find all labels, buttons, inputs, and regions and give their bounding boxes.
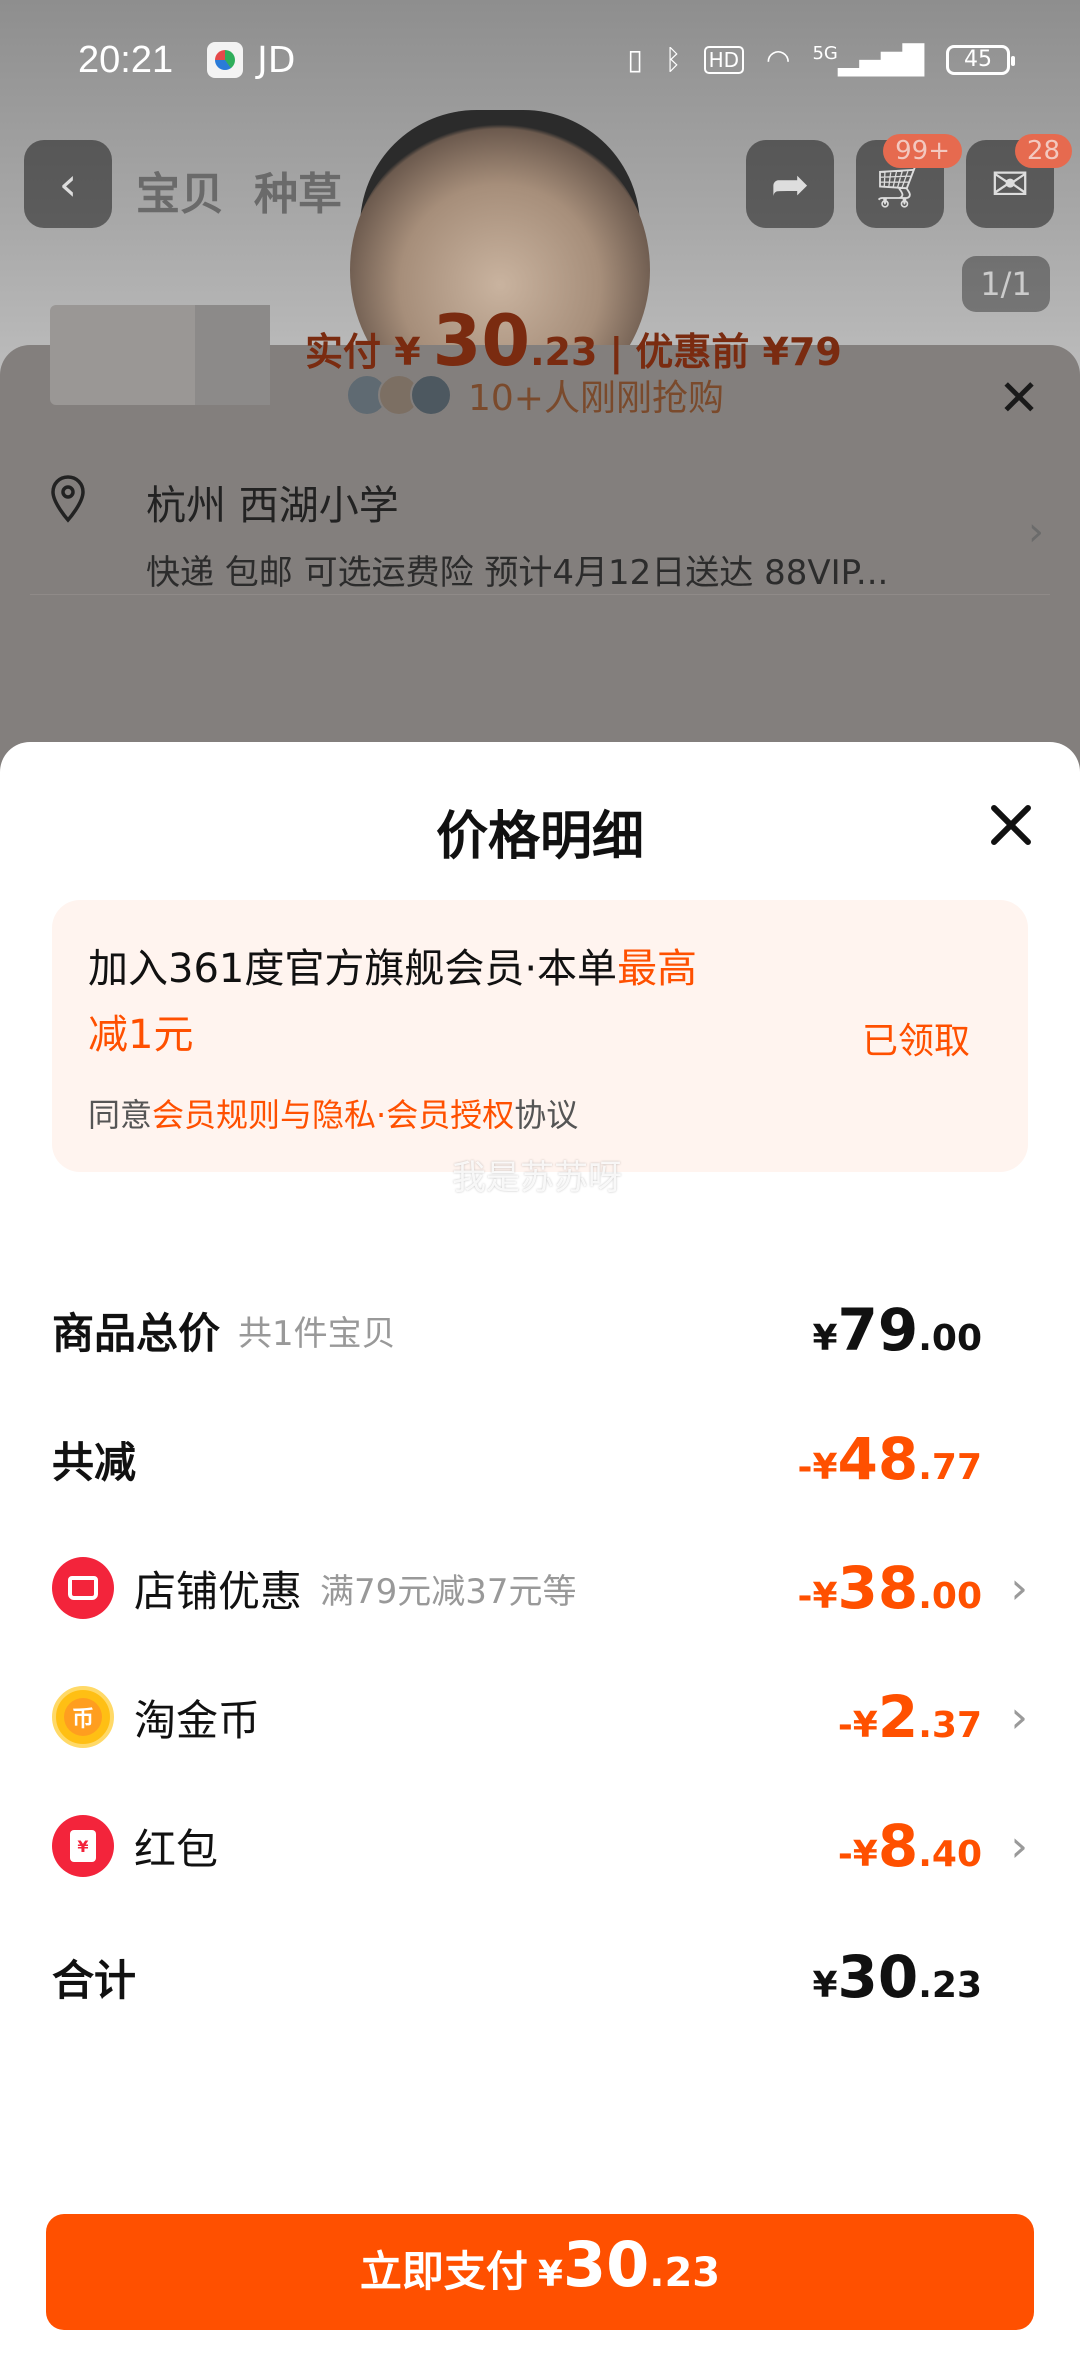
red-packet-icon: ¥ xyxy=(52,1815,114,1877)
bluetooth-icon: ᛒ xyxy=(664,43,682,77)
agree-suffix: 协议 xyxy=(514,1096,579,1134)
row-red-packet-label: 红包 xyxy=(134,1824,219,1874)
member-offer-highlight-2: 减1元 xyxy=(88,1012,194,1058)
vibrate-icon: ▯ xyxy=(627,43,643,77)
tab-baby[interactable]: 宝贝 xyxy=(136,158,224,222)
address-row[interactable]: 杭州 西湖小学 快递 包邮 可选运费险 预计4月12日送达 88VIP... › xyxy=(30,445,1050,595)
pay-now-symbol: ¥ xyxy=(537,2254,563,2295)
member-agreement: 同意会员规则与隐私·会员授权协议 xyxy=(88,1090,578,1136)
cart-button[interactable]: 🛒︎ 99+ xyxy=(856,134,962,228)
member-offer-text: 加入361度官方旗舰会员·本单最高 减1元 xyxy=(88,936,788,1068)
message-button[interactable]: ✉ 28 xyxy=(966,134,1072,228)
price-int: 30 xyxy=(432,300,531,382)
chevron-right-icon: › xyxy=(1010,1820,1028,1872)
product-brand-thumbnail xyxy=(195,305,270,405)
status-icons: ▯ ᛒ HD ◠ 5G▂▄▆█ 45 xyxy=(627,43,1015,77)
row-sum-amount: ¥30.23 xyxy=(812,1943,982,2011)
row-tao-coin[interactable]: 币 淘金币 -¥ 2.37 › xyxy=(52,1677,1028,1757)
sheet-title: 价格明细 xyxy=(435,807,644,867)
row-total-goods-sub: 共1件宝贝 xyxy=(238,1313,396,1354)
cart-badge: 99+ xyxy=(883,134,962,168)
status-time: 20:21 xyxy=(78,38,174,81)
coin-icon: 币 xyxy=(52,1686,114,1748)
member-offer-normal: 加入361度官方旗舰会员·本单 xyxy=(88,946,618,992)
wifi-icon: ◠ xyxy=(766,43,791,77)
top-nav: ‹ 宝贝 种草 ➦ 🛒︎ 99+ ✉ 28 xyxy=(0,134,1080,230)
location-pin-icon xyxy=(51,475,85,523)
chevron-left-icon: ‹ xyxy=(58,157,78,211)
pay-now-dec: .23 xyxy=(649,2250,721,2296)
agree-prefix: 同意 xyxy=(88,1096,153,1134)
pay-now-int: 30 xyxy=(562,2228,650,2301)
image-counter: 1/1 xyxy=(962,256,1050,312)
member-card[interactable]: 加入361度官方旗舰会员·本单最高 减1元 已领取 同意会员规则与隐私·会员授权… xyxy=(52,900,1028,1198)
share-icon: ➦ xyxy=(770,157,810,211)
row-total-reduce-label: 共减 xyxy=(52,1437,137,1487)
pay-now-button[interactable]: 立即支付 ¥30.23 xyxy=(46,2214,1034,2330)
hd-icon: HD xyxy=(703,45,745,74)
chevron-right-icon: › xyxy=(1010,1691,1028,1743)
tab-seed[interactable]: 种草 xyxy=(254,158,342,222)
battery-icon: 45 xyxy=(946,44,1015,75)
address-title: 杭州 西湖小学 xyxy=(146,483,399,529)
row-shop-discount-amount: -¥ 38.00 xyxy=(797,1554,983,1622)
status-app-label: JD xyxy=(257,39,296,81)
watermark: 我是苏苏呀 xyxy=(452,1158,622,1198)
row-total-goods: 商品总价 共1件宝贝 ¥79.00 xyxy=(52,1290,1028,1370)
battery-level: 45 xyxy=(964,47,992,73)
message-badge: 28 xyxy=(1014,134,1072,168)
row-shop-discount-label: 店铺优惠 xyxy=(134,1566,303,1616)
row-shop-discount[interactable]: 店铺优惠 满79元减37元等 -¥ 38.00 › xyxy=(52,1548,1028,1628)
address-subtitle: 快递 包邮 可选运费险 预计4月12日送达 88VIP... xyxy=(146,553,889,593)
row-total-reduce: 共减 -¥ 48.77 xyxy=(52,1419,1028,1499)
row-red-packet[interactable]: ¥ 红包 -¥ 8.40 › xyxy=(52,1806,1028,1886)
row-tao-coin-amount: -¥ 2.37 xyxy=(837,1683,982,1751)
row-total-goods-label: 商品总价 xyxy=(52,1308,221,1358)
price-dec: .23 xyxy=(530,330,598,374)
price-divider: | xyxy=(609,330,624,374)
product-price: 实付 ¥ 30.23 | 优惠前 ¥79 xyxy=(305,300,842,382)
close-icon[interactable] xyxy=(986,800,1036,850)
nav-tabs: 宝贝 种草 xyxy=(136,158,342,222)
row-red-packet-amount: -¥ 8.40 xyxy=(837,1812,982,1880)
price-before: 优惠前 ¥79 xyxy=(635,330,842,374)
row-shop-discount-sub: 满79元减37元等 xyxy=(320,1571,577,1612)
status-app: JD xyxy=(207,40,295,81)
row-tao-coin-label: 淘金币 xyxy=(134,1695,261,1745)
app-logo-icon xyxy=(207,42,244,78)
member-offer-highlight-1: 最高 xyxy=(617,946,698,992)
sku-close-icon[interactable]: ✕ xyxy=(998,369,1040,427)
agreement-link[interactable]: 会员规则与隐私·会员授权 xyxy=(152,1096,514,1134)
back-button[interactable]: ‹ xyxy=(24,140,112,228)
row-total-goods-amount: ¥79.00 xyxy=(812,1296,982,1364)
pay-now-label: 立即支付 xyxy=(359,2247,528,2296)
price-prefix: 实付 ¥ xyxy=(305,330,421,374)
share-button[interactable]: ➦ xyxy=(746,140,834,228)
row-sum-label: 合计 xyxy=(52,1955,137,2005)
shop-icon xyxy=(52,1557,114,1619)
row-sum: 合计 ¥30.23 xyxy=(52,1937,1028,2017)
chevron-right-icon: › xyxy=(1028,509,1044,555)
signal-icon: 5G▂▄▆█ xyxy=(812,43,924,77)
member-claimed-label[interactable]: 已领取 xyxy=(862,1012,970,1064)
row-total-reduce-amount: -¥ 48.77 xyxy=(797,1425,983,1493)
status-bar: 20:21 JD ▯ ᛒ HD ◠ 5G▂▄▆█ 45 xyxy=(0,0,1080,120)
chevron-right-icon: › xyxy=(1010,1562,1028,1614)
price-detail-sheet: 价格明细 加入361度官方旗舰会员·本单最高 减1元 已领取 同意会员规则与隐私… xyxy=(0,742,1080,2376)
